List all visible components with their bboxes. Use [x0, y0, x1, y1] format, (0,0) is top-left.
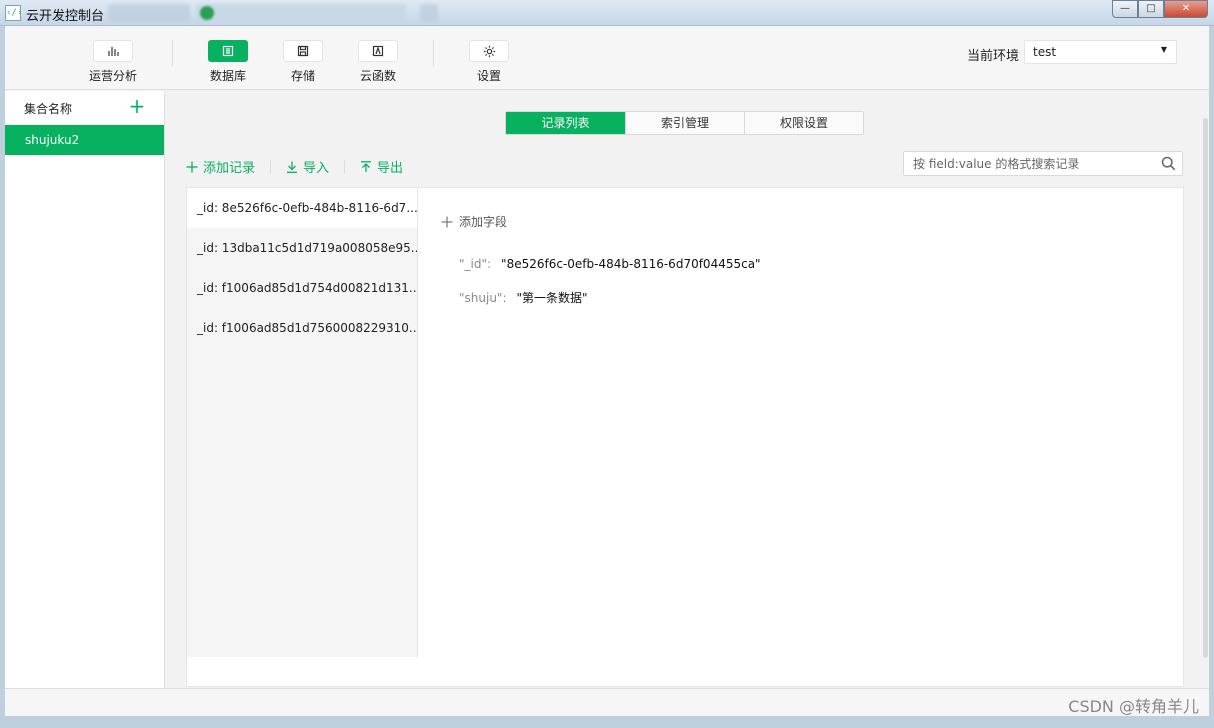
- records-panel: _id: 8e526f6c-0efb-484b-8116-6d7... _id:…: [186, 187, 1184, 687]
- function-icon: [358, 40, 398, 62]
- field-value: "第一条数据": [516, 291, 588, 305]
- top-toolbar: 运营分析 数据库 存储 云函数 设置 当前环境 test ▼: [5, 26, 1209, 90]
- import-button[interactable]: 导入: [286, 157, 329, 176]
- plus-icon: [441, 216, 453, 227]
- record-item[interactable]: _id: f1006ad85d1d754d00821d131...: [187, 268, 417, 308]
- upload-icon: [361, 160, 372, 172]
- toolbar-divider: [172, 40, 173, 66]
- record-detail: 添加字段 "_id": "8e526f6c-0efb-484b-8116-6d70…: [419, 188, 1183, 657]
- status-bar: CSDN @转角羊儿: [5, 688, 1209, 716]
- collection-item[interactable]: shujuku2: [5, 125, 164, 155]
- window-controls: — □ ✕: [1112, 0, 1208, 18]
- new-tab-button[interactable]: [420, 4, 438, 22]
- sidebar-header: 集合名称 +: [5, 91, 164, 125]
- field-row[interactable]: "shuju": "第一条数据": [459, 289, 588, 306]
- add-record-label: 添加记录: [203, 161, 256, 176]
- toolbar-item-label: 运营分析: [88, 69, 137, 83]
- action-divider: [344, 159, 346, 174]
- background-tab[interactable]: [196, 4, 406, 22]
- gear-icon: [469, 40, 509, 62]
- field-key: "shuju":: [459, 291, 507, 305]
- action-divider: [270, 159, 272, 174]
- database-icon: [208, 40, 248, 62]
- scrollbar[interactable]: [1203, 118, 1208, 658]
- toolbar-item-analytics[interactable]: 运营分析: [83, 40, 143, 84]
- field-key: "_id":: [459, 257, 492, 271]
- tab-indexes[interactable]: 索引管理: [625, 112, 744, 134]
- toolbar-item-label: 设置: [476, 69, 501, 83]
- field-row[interactable]: "_id": "8e526f6c-0efb-484b-8116-6d70f0445…: [459, 257, 761, 271]
- window-frame-bottom: [0, 716, 1214, 728]
- environment-value: test: [1033, 45, 1057, 59]
- watermark: CSDN @转角羊儿: [1068, 697, 1199, 716]
- save-icon: [283, 40, 323, 62]
- window-frame-right: [1209, 26, 1214, 726]
- export-label: 导出: [377, 161, 404, 176]
- record-item[interactable]: _id: 8e526f6c-0efb-484b-8116-6d7...: [187, 188, 417, 228]
- plus-icon: [186, 161, 198, 172]
- toolbar-item-settings[interactable]: 设置: [459, 40, 519, 84]
- collection-sidebar: 集合名称 + shujuku2: [5, 91, 165, 688]
- record-actions: 添加记录 导入 导出: [186, 157, 403, 176]
- toolbar-item-label: 云函数: [359, 69, 396, 83]
- tab-records[interactable]: 记录列表: [506, 112, 625, 134]
- window-title: 云开发控制台: [26, 9, 105, 24]
- wechat-icon: [200, 6, 214, 20]
- add-field-button[interactable]: 添加字段: [441, 213, 507, 230]
- app-window: 运营分析 数据库 存储 云函数 设置 当前环境 test ▼ 集合名称 + sh…: [5, 26, 1209, 716]
- add-field-label: 添加字段: [459, 215, 508, 229]
- add-record-button[interactable]: 添加记录: [186, 157, 255, 176]
- record-item[interactable]: _id: 13dba11c5d1d719a008058e95...: [187, 228, 417, 268]
- tab-bar: 记录列表 索引管理 权限设置: [505, 111, 864, 135]
- export-button[interactable]: 导出: [360, 157, 403, 176]
- caret-down-icon: ▼: [1160, 45, 1167, 54]
- environment-select[interactable]: test ▼: [1024, 40, 1177, 64]
- import-label: 导入: [303, 161, 330, 176]
- toolbar-item-label: 数据库: [209, 69, 246, 83]
- main-content: 记录列表 索引管理 权限设置 添加记录 导入 导出 按 field:value …: [166, 91, 1209, 688]
- record-search: [903, 151, 1183, 176]
- toolbar-item-cloud-functions[interactable]: 云函数: [348, 40, 408, 84]
- minimize-button[interactable]: —: [1112, 0, 1138, 18]
- toolbar-item-storage[interactable]: 存储: [273, 40, 333, 84]
- toolbar-item-database[interactable]: 数据库: [198, 40, 258, 84]
- search-input[interactable]: [913, 153, 1153, 175]
- toolbar-divider: [433, 40, 434, 66]
- download-icon: [287, 161, 298, 173]
- add-collection-button[interactable]: +: [128, 95, 146, 117]
- search-icon[interactable]: [1161, 156, 1176, 175]
- record-list: _id: 8e526f6c-0efb-484b-8116-6d7... _id:…: [187, 188, 418, 657]
- field-value: "8e526f6c-0efb-484b-8116-6d70f04455ca": [501, 257, 761, 271]
- bar-chart-icon: [93, 40, 133, 62]
- environment-label: 当前环境: [967, 49, 1020, 64]
- app-logo-icon: ‹/›: [5, 5, 22, 21]
- window-titlebar: ‹/› 云开发控制台 — □ ✕: [0, 0, 1214, 26]
- record-item[interactable]: _id: f1006ad85d1d7560008229310...: [187, 308, 417, 348]
- background-tab[interactable]: [108, 4, 190, 22]
- tab-permissions[interactable]: 权限设置: [744, 112, 863, 134]
- toolbar-item-label: 存储: [290, 69, 315, 83]
- sidebar-header-label: 集合名称: [24, 102, 73, 116]
- maximize-button[interactable]: □: [1138, 0, 1164, 18]
- close-button[interactable]: ✕: [1164, 0, 1208, 18]
